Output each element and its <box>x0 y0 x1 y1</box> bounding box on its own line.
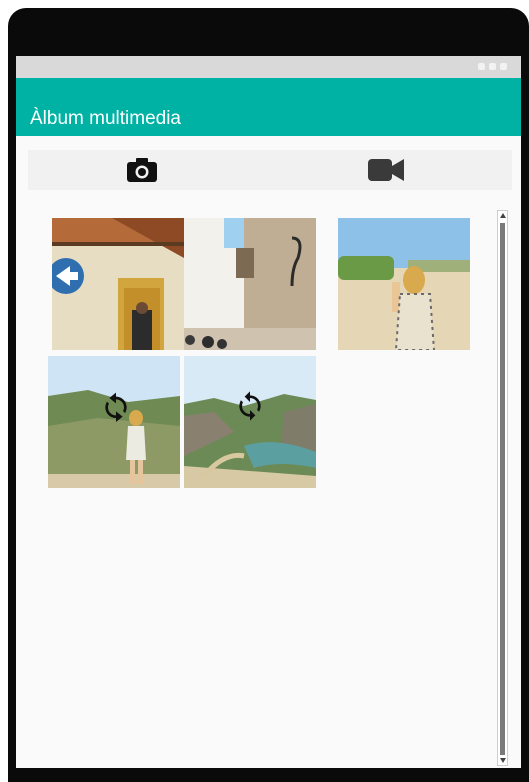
gallery-item-video-2[interactable] <box>184 356 316 488</box>
gallery-item-photo-2[interactable] <box>184 218 316 350</box>
gallery-item-photo-1[interactable] <box>52 218 184 350</box>
scrollbar-thumb[interactable] <box>500 223 505 755</box>
gallery-item-video-1[interactable] <box>48 356 180 488</box>
media-toolbar <box>28 150 512 190</box>
take-photo-button[interactable] <box>120 152 164 188</box>
refresh-icon <box>105 392 127 422</box>
scroll-down-arrow-icon[interactable] <box>500 758 506 763</box>
media-gallery <box>28 208 490 764</box>
record-video-button[interactable] <box>364 152 408 188</box>
wifi-icon <box>489 63 496 70</box>
signal-icon <box>478 63 485 70</box>
battery-icon <box>500 63 507 70</box>
videocam-icon <box>368 159 404 181</box>
app-bar: Àlbum multimedia <box>16 78 521 136</box>
scroll-up-arrow-icon[interactable] <box>500 213 506 218</box>
camera-icon <box>127 158 157 182</box>
sync-icon <box>239 391 261 421</box>
app-screen: Àlbum multimedia <box>16 56 521 768</box>
app-title: Àlbum multimedia <box>30 108 181 129</box>
status-icons <box>478 63 507 70</box>
gallery-item-photo-3[interactable] <box>338 218 470 350</box>
status-bar <box>16 56 521 78</box>
vertical-scrollbar[interactable] <box>497 210 508 766</box>
